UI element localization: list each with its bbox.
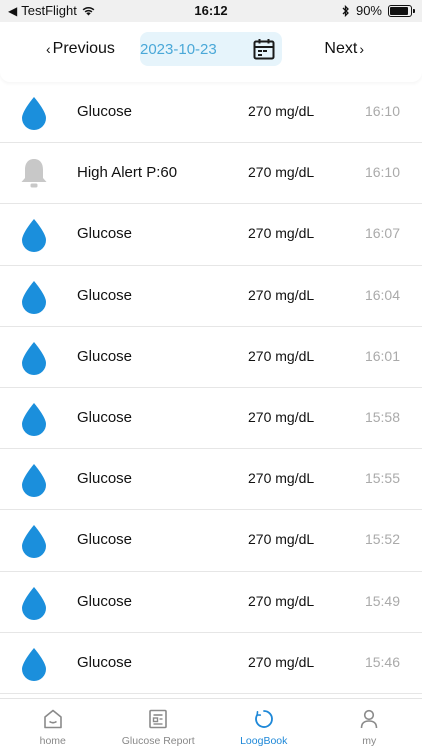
blood-drop-icon — [20, 647, 48, 681]
entry-value: 270 mg/dL — [248, 531, 315, 548]
chevron-left-icon: ‹ — [46, 41, 51, 57]
entry-label: Glucose — [77, 103, 133, 120]
entry-label: Glucose — [77, 592, 133, 610]
entry-value: 270 mg/dL — [248, 164, 315, 181]
entry-label: High Alert P:60 — [77, 164, 178, 182]
list-item[interactable]: Glucose 270 mg/dL 15:49 — [0, 572, 422, 633]
entry-label: Glucose — [77, 470, 133, 488]
entry-value: 270 mg/dL — [248, 470, 315, 487]
home-icon — [43, 709, 62, 729]
entry-time: 15:58 — [364, 408, 400, 425]
status-bar: ◀ TestFlight 16:12 90% — [0, 0, 422, 22]
entry-value: 270 mg/dL — [248, 225, 315, 242]
divider — [20, 692, 422, 694]
entry-time: 16:01 — [364, 347, 400, 364]
blood-drop-icon — [20, 463, 48, 498]
tab-bar: home Glucose Report LoogBook my — [0, 698, 422, 750]
entry-label: Glucose — [77, 653, 133, 671]
blood-drop-icon — [20, 218, 48, 253]
previous-label: Previous — [52, 40, 115, 57]
blood-drop-icon — [20, 586, 48, 620]
logbook-icon — [254, 710, 273, 728]
list-item[interactable]: Glucose 270 mg/dL 15:46 — [0, 633, 422, 694]
status-right: 90% — [342, 3, 415, 18]
list-item[interactable]: High Alert P:60 270 mg/dL 16:10 — [0, 143, 422, 205]
entry-time: 15:49 — [364, 592, 400, 609]
entry-value: 270 mg/dL — [248, 653, 315, 670]
battery-percent: 90% — [355, 3, 382, 18]
blood-drop-icon — [20, 96, 48, 130]
tab-my-label: my — [362, 735, 377, 747]
entry-label: Glucose — [77, 408, 133, 426]
bluetooth-icon — [342, 4, 349, 17]
list-item[interactable]: Glucose 270 mg/dL 16:01 — [0, 327, 422, 388]
battery-fill — [390, 6, 408, 15]
entry-label: Glucose — [77, 225, 133, 243]
blood-drop-icon — [20, 341, 48, 375]
list-item[interactable]: Glucose 270 mg/dL 15:58 — [0, 388, 422, 450]
entry-time: 16:07 — [364, 225, 400, 242]
tab-home-label: home — [39, 735, 66, 747]
list-item[interactable]: Glucose 270 mg/dL 16:10 — [0, 82, 422, 144]
blood-drop-icon — [20, 524, 48, 559]
list-item[interactable]: Glucose 270 mg/dL 15:52 — [0, 510, 422, 572]
report-icon — [149, 709, 168, 729]
entry-value: 270 mg/dL — [248, 103, 315, 119]
battery-icon — [388, 4, 415, 17]
entry-time: 16:10 — [364, 164, 400, 181]
tab-glucose-report[interactable]: Glucose Report — [106, 699, 212, 750]
entry-value: 270 mg/dL — [248, 592, 315, 609]
entry-time: 15:52 — [364, 531, 400, 548]
tab-glucose-report-label: Glucose Report — [121, 735, 195, 747]
date-picker[interactable]: 2023-10-23 — [140, 32, 282, 66]
calendar-icon[interactable] — [252, 37, 276, 61]
entry-time: 15:46 — [364, 653, 400, 670]
list-item[interactable]: Glucose 270 mg/dL 16:04 — [0, 266, 422, 327]
entry-time: 15:55 — [364, 470, 400, 487]
list-item[interactable]: Glucose 270 mg/dL 16:07 — [0, 204, 422, 266]
entry-value: 270 mg/dL — [248, 347, 315, 364]
bell-icon — [20, 157, 48, 191]
person-icon — [360, 709, 378, 729]
list-item[interactable]: Glucose 270 mg/dL 15:55 — [0, 449, 422, 511]
tab-logbook-label: LoogBook — [240, 735, 288, 747]
date-navigation: ‹ Previous 2023-10-23 Next › — [0, 22, 422, 82]
entry-value: 270 mg/dL — [248, 408, 315, 425]
entry-label: Glucose — [77, 286, 133, 304]
selected-date: 2023-10-23 — [140, 40, 217, 58]
blood-drop-icon — [20, 280, 48, 314]
entry-label: Glucose — [77, 347, 133, 365]
logbook-list[interactable]: Glucose 270 mg/dL 16:10 High Alert P:60 … — [0, 82, 422, 694]
entry-label: Glucose — [77, 531, 133, 549]
blood-drop-icon — [20, 402, 48, 436]
tab-logbook[interactable]: LoogBook — [211, 699, 317, 750]
chevron-right-icon: › — [359, 41, 364, 57]
next-button[interactable]: Next › — [324, 40, 364, 58]
entry-time: 16:04 — [364, 286, 400, 303]
next-label: Next — [324, 40, 358, 57]
entry-time: 16:10 — [364, 103, 400, 119]
entry-value: 270 mg/dL — [248, 286, 315, 303]
previous-button[interactable]: ‹ Previous — [46, 40, 115, 58]
tab-home[interactable]: home — [0, 699, 106, 750]
tab-my[interactable]: my — [317, 699, 422, 750]
